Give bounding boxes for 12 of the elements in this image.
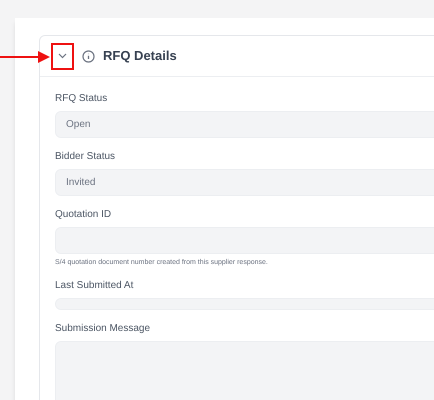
info-icon [82,50,95,62]
annotation-arrow [0,51,50,63]
input-field[interactable]: Open [55,111,434,138]
chevron-down-icon [58,53,67,59]
collapse-toggle[interactable] [51,42,74,70]
field-label: Last Submitted At [55,279,134,292]
section-title: RFQ Details [103,47,177,66]
field-label: Submission Message [55,322,152,335]
input-field[interactable]: Invited [55,169,434,196]
field-label: Bidder Status [55,150,116,163]
field-label: Quotation ID [55,208,112,221]
field-label: RFQ Status [55,92,108,105]
